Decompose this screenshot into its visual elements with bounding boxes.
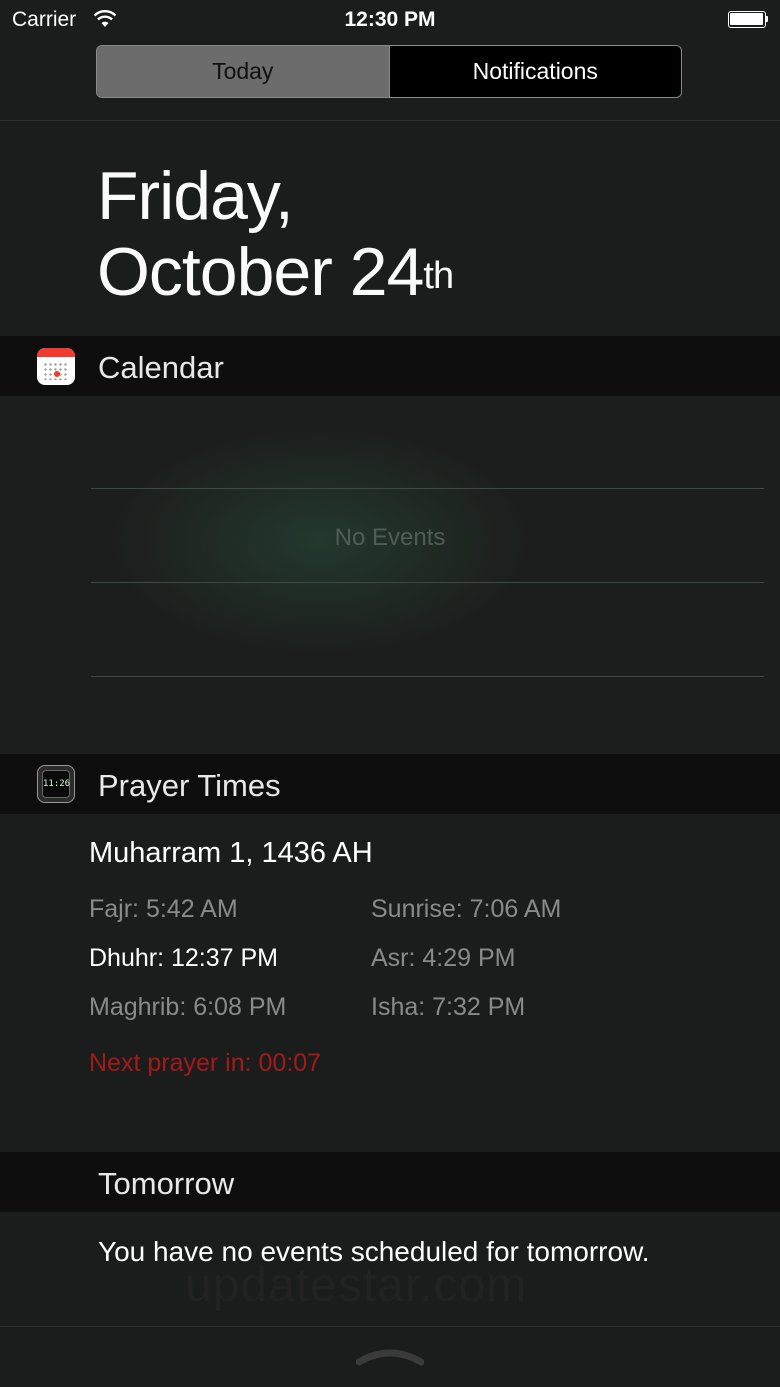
hijri-date: Muharram 1, 1436 AH — [89, 837, 373, 869]
view-segmented-control: Today Notifications — [96, 45, 682, 98]
calendar-widget-body: No Events — [0, 396, 780, 754]
date-weekday: Friday, — [97, 158, 294, 234]
prayer-maghrib: Maghrib: 6:08 PM — [89, 993, 287, 1021]
prayer-asr: Asr: 4:29 PM — [371, 944, 516, 972]
prayer-sunrise: Sunrise: 7:06 AM — [371, 895, 562, 923]
battery-icon — [728, 11, 768, 28]
date-heading: Friday, October 24th — [97, 158, 454, 310]
prayer-times-widget-header[interactable]: 11:26 Prayer Times — [0, 754, 780, 814]
prayer-times-app-icon: 11:26 — [37, 765, 75, 803]
calendar-grid-line — [91, 676, 764, 677]
tab-notifications[interactable]: Notifications — [389, 46, 681, 97]
prayer-isha: Isha: 7:32 PM — [371, 993, 526, 1021]
grabber-handle-icon[interactable] — [356, 1347, 424, 1367]
divider — [0, 120, 780, 121]
calendar-widget-header[interactable]: Calendar — [0, 336, 780, 396]
calendar-grid-line — [91, 488, 764, 489]
no-events-label: No Events — [334, 524, 446, 551]
divider — [0, 1326, 780, 1327]
tomorrow-widget-title: Tomorrow — [98, 1166, 235, 1201]
date-month-day: October 24th — [97, 234, 454, 310]
clock: 12:30 PM — [344, 8, 436, 31]
prayer-times-widget-title: Prayer Times — [98, 768, 281, 803]
status-bar: Carrier 12:30 PM — [0, 0, 780, 40]
date-ordinal-suffix: th — [423, 255, 454, 297]
calendar-grid-line — [91, 582, 764, 583]
tomorrow-widget-header: Tomorrow — [0, 1152, 780, 1212]
prayer-fajr: Fajr: 5:42 AM — [89, 895, 238, 923]
prayer-dhuhr: Dhuhr: 12:37 PM — [89, 944, 278, 972]
next-prayer-countdown: Next prayer in: 00:07 — [89, 1049, 322, 1077]
calendar-app-icon — [37, 348, 75, 385]
tomorrow-summary: You have no events scheduled for tomorro… — [98, 1236, 650, 1267]
tab-today[interactable]: Today — [97, 46, 390, 97]
calendar-widget-title: Calendar — [98, 350, 224, 385]
